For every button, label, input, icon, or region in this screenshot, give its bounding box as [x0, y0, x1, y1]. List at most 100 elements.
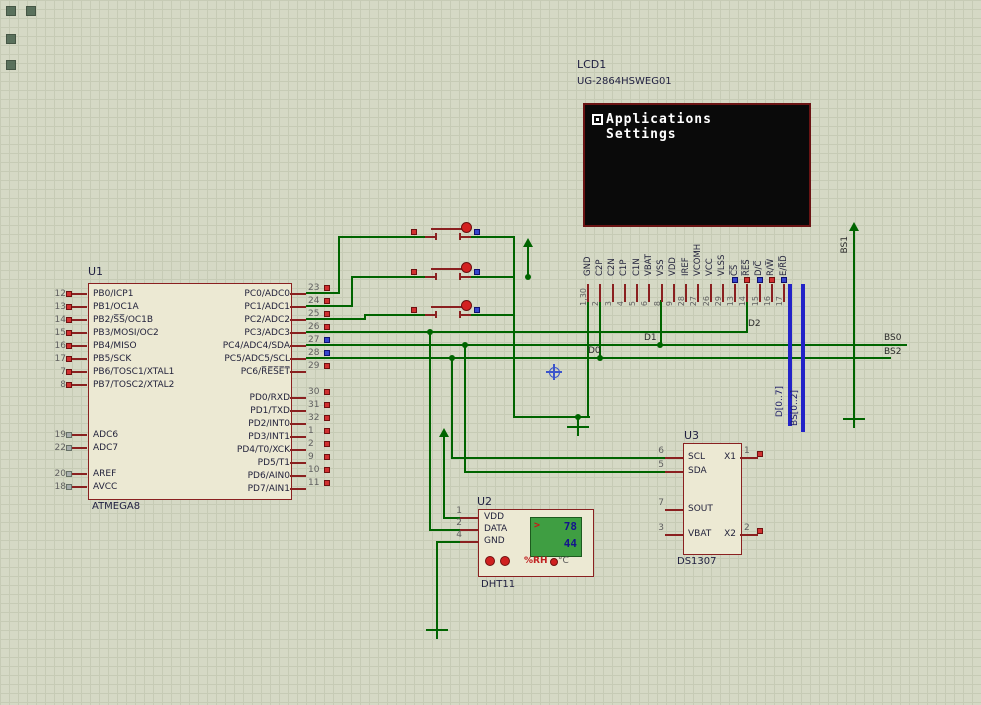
- pin-name: PD2/INT0: [170, 419, 290, 429]
- pin-stub: [72, 434, 87, 436]
- pin-name: C2N: [607, 226, 618, 276]
- pin-stub: [665, 509, 683, 511]
- pin-name: AVCC: [93, 482, 117, 492]
- wire: [351, 276, 353, 307]
- junction-dot: [462, 342, 468, 348]
- pin-number: 14: [738, 296, 747, 306]
- pin-row: 13 PB1/OC1A: [46, 300, 174, 313]
- pin-row: PD5/T1 9: [170, 456, 330, 469]
- wire-bs0: [306, 344, 907, 346]
- pin-number: 30: [308, 387, 324, 397]
- pin-number: 18: [46, 482, 66, 492]
- pin-stub: [665, 471, 683, 473]
- pin-stub: [460, 529, 478, 531]
- button-cap-icon[interactable]: [461, 222, 472, 233]
- pin-number: 27: [308, 335, 324, 345]
- pin-column: VSS 8: [656, 226, 668, 302]
- pin-number: 12: [46, 289, 66, 299]
- pin-stub: [290, 319, 306, 321]
- pin-column: VCC 26: [705, 226, 717, 302]
- pin-stub: [72, 293, 87, 295]
- pin-number: 19: [46, 430, 66, 440]
- pin-number: 15: [751, 296, 760, 306]
- pin-name: VDD: [484, 512, 504, 522]
- ground-terminal: [843, 418, 865, 430]
- push-button-2[interactable]: [425, 266, 471, 286]
- u1-pb-pins: 12 PB0/ICP1 13 PB1/OC1A 14 PB2/S̅S: [46, 287, 174, 391]
- pin-name: VLSS: [717, 226, 728, 276]
- u2-value: DHT11: [481, 579, 515, 590]
- push-button-3[interactable]: [425, 304, 471, 324]
- pin-number: 2: [308, 439, 324, 449]
- sheet-marker: [26, 6, 36, 16]
- button-cap-icon[interactable]: [461, 300, 472, 311]
- lcd1-pins: GND 1,30 C2P 2 C2N 3: [582, 226, 790, 302]
- pin-stub: [460, 541, 478, 543]
- pin-state-indicator: [757, 451, 763, 457]
- pin-name: C2P: [595, 226, 606, 276]
- pin-column: C1N 5: [631, 226, 643, 302]
- junction-dot: [449, 355, 455, 361]
- pin-name: VBAT: [688, 529, 711, 539]
- pin-column: C2N 3: [607, 226, 619, 302]
- oled-menu-item-applications: Applications: [606, 112, 712, 127]
- pin-number: 28: [308, 348, 324, 358]
- pin-column: D/C̅ 15: [754, 226, 766, 302]
- pin-name: PC0/ADC0: [170, 289, 290, 299]
- lcd1-value: UG-2864HSWEG01: [577, 76, 672, 87]
- pin-state-indicator: [474, 307, 480, 313]
- pin-state-indicator: [324, 402, 330, 408]
- bus-label-d: D[0..7]: [775, 386, 785, 417]
- temperature-legend: °C: [558, 556, 569, 566]
- pin-number: 2: [744, 523, 750, 533]
- pin-stub: [460, 517, 478, 519]
- pin-stub: [72, 332, 87, 334]
- junction-dot: [427, 329, 433, 335]
- pin-name: DATA: [484, 524, 507, 534]
- pin-name: R̅E̅S̅: [742, 226, 753, 276]
- pin-row: 7 PB6/TOSC1/XTAL1: [46, 365, 174, 378]
- pin-stub: [72, 447, 87, 449]
- pin-name: C1P: [619, 226, 630, 276]
- pin-name: GND: [484, 536, 505, 546]
- pin-name: SDA: [688, 466, 707, 476]
- pin-row: PC2/ADC2 25: [170, 313, 330, 326]
- wire: [338, 236, 340, 294]
- pin-name: ADC6: [93, 430, 118, 440]
- pin-state-indicator: [324, 324, 330, 330]
- pin-stub: [673, 284, 675, 302]
- pin-name: PD1/TXD: [170, 406, 290, 416]
- pin-number: 3: [654, 523, 664, 533]
- pin-stub: [290, 462, 306, 464]
- pin-number: 22: [46, 443, 66, 453]
- pin-column: R̅E̅S̅ 14: [741, 226, 753, 302]
- pin-state-indicator: [781, 277, 787, 283]
- pin-state-indicator: [411, 229, 417, 235]
- humidity-value: 78: [564, 520, 577, 533]
- pin-number: 3: [604, 301, 613, 306]
- oled-screen[interactable]: Applications Settings: [583, 103, 811, 227]
- menu-bullet-icon: [592, 114, 603, 125]
- u3-ref: U3: [684, 429, 699, 442]
- pin-column: C̅S̅ 13: [729, 226, 741, 302]
- pin-name: C1N: [632, 226, 643, 276]
- u1-value: ATMEGA8: [92, 501, 140, 512]
- wire: [471, 236, 514, 238]
- pin-stub: [661, 284, 663, 302]
- pin-name: X2: [718, 529, 736, 539]
- button-cap-icon[interactable]: [461, 262, 472, 273]
- pin-number: 23: [308, 283, 324, 293]
- pin-name: R/W̅: [766, 226, 777, 276]
- pin-row: PD7/AIN1 11: [170, 482, 330, 495]
- pin-number: 6: [640, 301, 649, 306]
- pin-state-indicator: [324, 467, 330, 473]
- pin-stub: [290, 293, 306, 295]
- wire: [587, 300, 589, 418]
- pin-number: 32: [308, 413, 324, 423]
- pin-name: PD0/RXD: [170, 393, 290, 403]
- pin-state-indicator: [324, 363, 330, 369]
- wire-bs1: [853, 244, 855, 418]
- wire: [351, 276, 425, 278]
- push-button-1[interactable]: [425, 226, 471, 246]
- wire-scl: [451, 357, 453, 459]
